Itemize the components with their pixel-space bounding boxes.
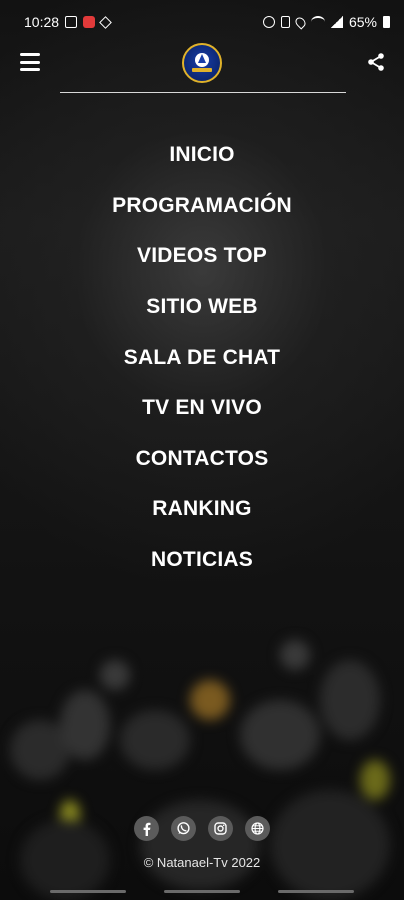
nav-back-button[interactable] bbox=[278, 890, 354, 893]
share-icon[interactable] bbox=[366, 52, 386, 72]
menu-item-sitio-web[interactable]: SITIO WEB bbox=[146, 282, 257, 333]
status-bar-left: 10:28 bbox=[24, 14, 112, 30]
instagram-icon[interactable] bbox=[208, 816, 233, 841]
wifi-icon bbox=[310, 16, 325, 28]
battery-percent: 65% bbox=[348, 14, 377, 30]
menu-item-ranking[interactable]: RANKING bbox=[152, 484, 251, 535]
menu-item-contactos[interactable]: CONTACTOS bbox=[136, 434, 269, 485]
globe-icon[interactable] bbox=[245, 816, 270, 841]
whatsapp-icon[interactable] bbox=[171, 816, 196, 841]
social-links bbox=[0, 816, 404, 841]
menu-item-inicio[interactable]: INICIO bbox=[169, 130, 234, 181]
mute-icon bbox=[280, 16, 290, 28]
app-toolbar bbox=[0, 38, 404, 88]
nav-home-button[interactable] bbox=[164, 890, 240, 893]
gallery-notification-icon bbox=[65, 16, 78, 28]
main-menu: INICIO PROGRAMACIÓN VIDEOS TOP SITIO WEB… bbox=[0, 130, 404, 585]
menu-item-sala-de-chat[interactable]: SALA DE CHAT bbox=[124, 332, 280, 383]
nav-recent-button[interactable] bbox=[50, 890, 126, 893]
menu-item-noticias[interactable]: NOTICIAS bbox=[151, 535, 253, 586]
hamburger-menu-icon[interactable] bbox=[20, 53, 40, 71]
logo-emblem-icon bbox=[192, 53, 212, 72]
menu-item-programacion[interactable]: PROGRAMACIÓN bbox=[112, 181, 292, 232]
menu-item-videos-top[interactable]: VIDEOS TOP bbox=[137, 231, 267, 282]
signal-icon bbox=[330, 16, 343, 28]
copyright-text: © Natanael-Tv 2022 bbox=[143, 855, 261, 870]
facebook-icon[interactable] bbox=[134, 816, 159, 841]
vpn-notification-icon bbox=[99, 15, 112, 29]
menu-item-tv-en-vivo[interactable]: TV EN VIVO bbox=[142, 383, 262, 434]
location-icon bbox=[293, 14, 308, 30]
battery-icon bbox=[383, 16, 390, 28]
alarm-icon bbox=[262, 16, 275, 28]
system-navigation-bar bbox=[0, 890, 404, 894]
natanael-tv-logo bbox=[182, 43, 222, 83]
status-bar-right: 65% bbox=[262, 14, 390, 30]
header-divider bbox=[60, 92, 346, 93]
app-notification-icon bbox=[83, 16, 96, 28]
status-time: 10:28 bbox=[24, 14, 60, 30]
